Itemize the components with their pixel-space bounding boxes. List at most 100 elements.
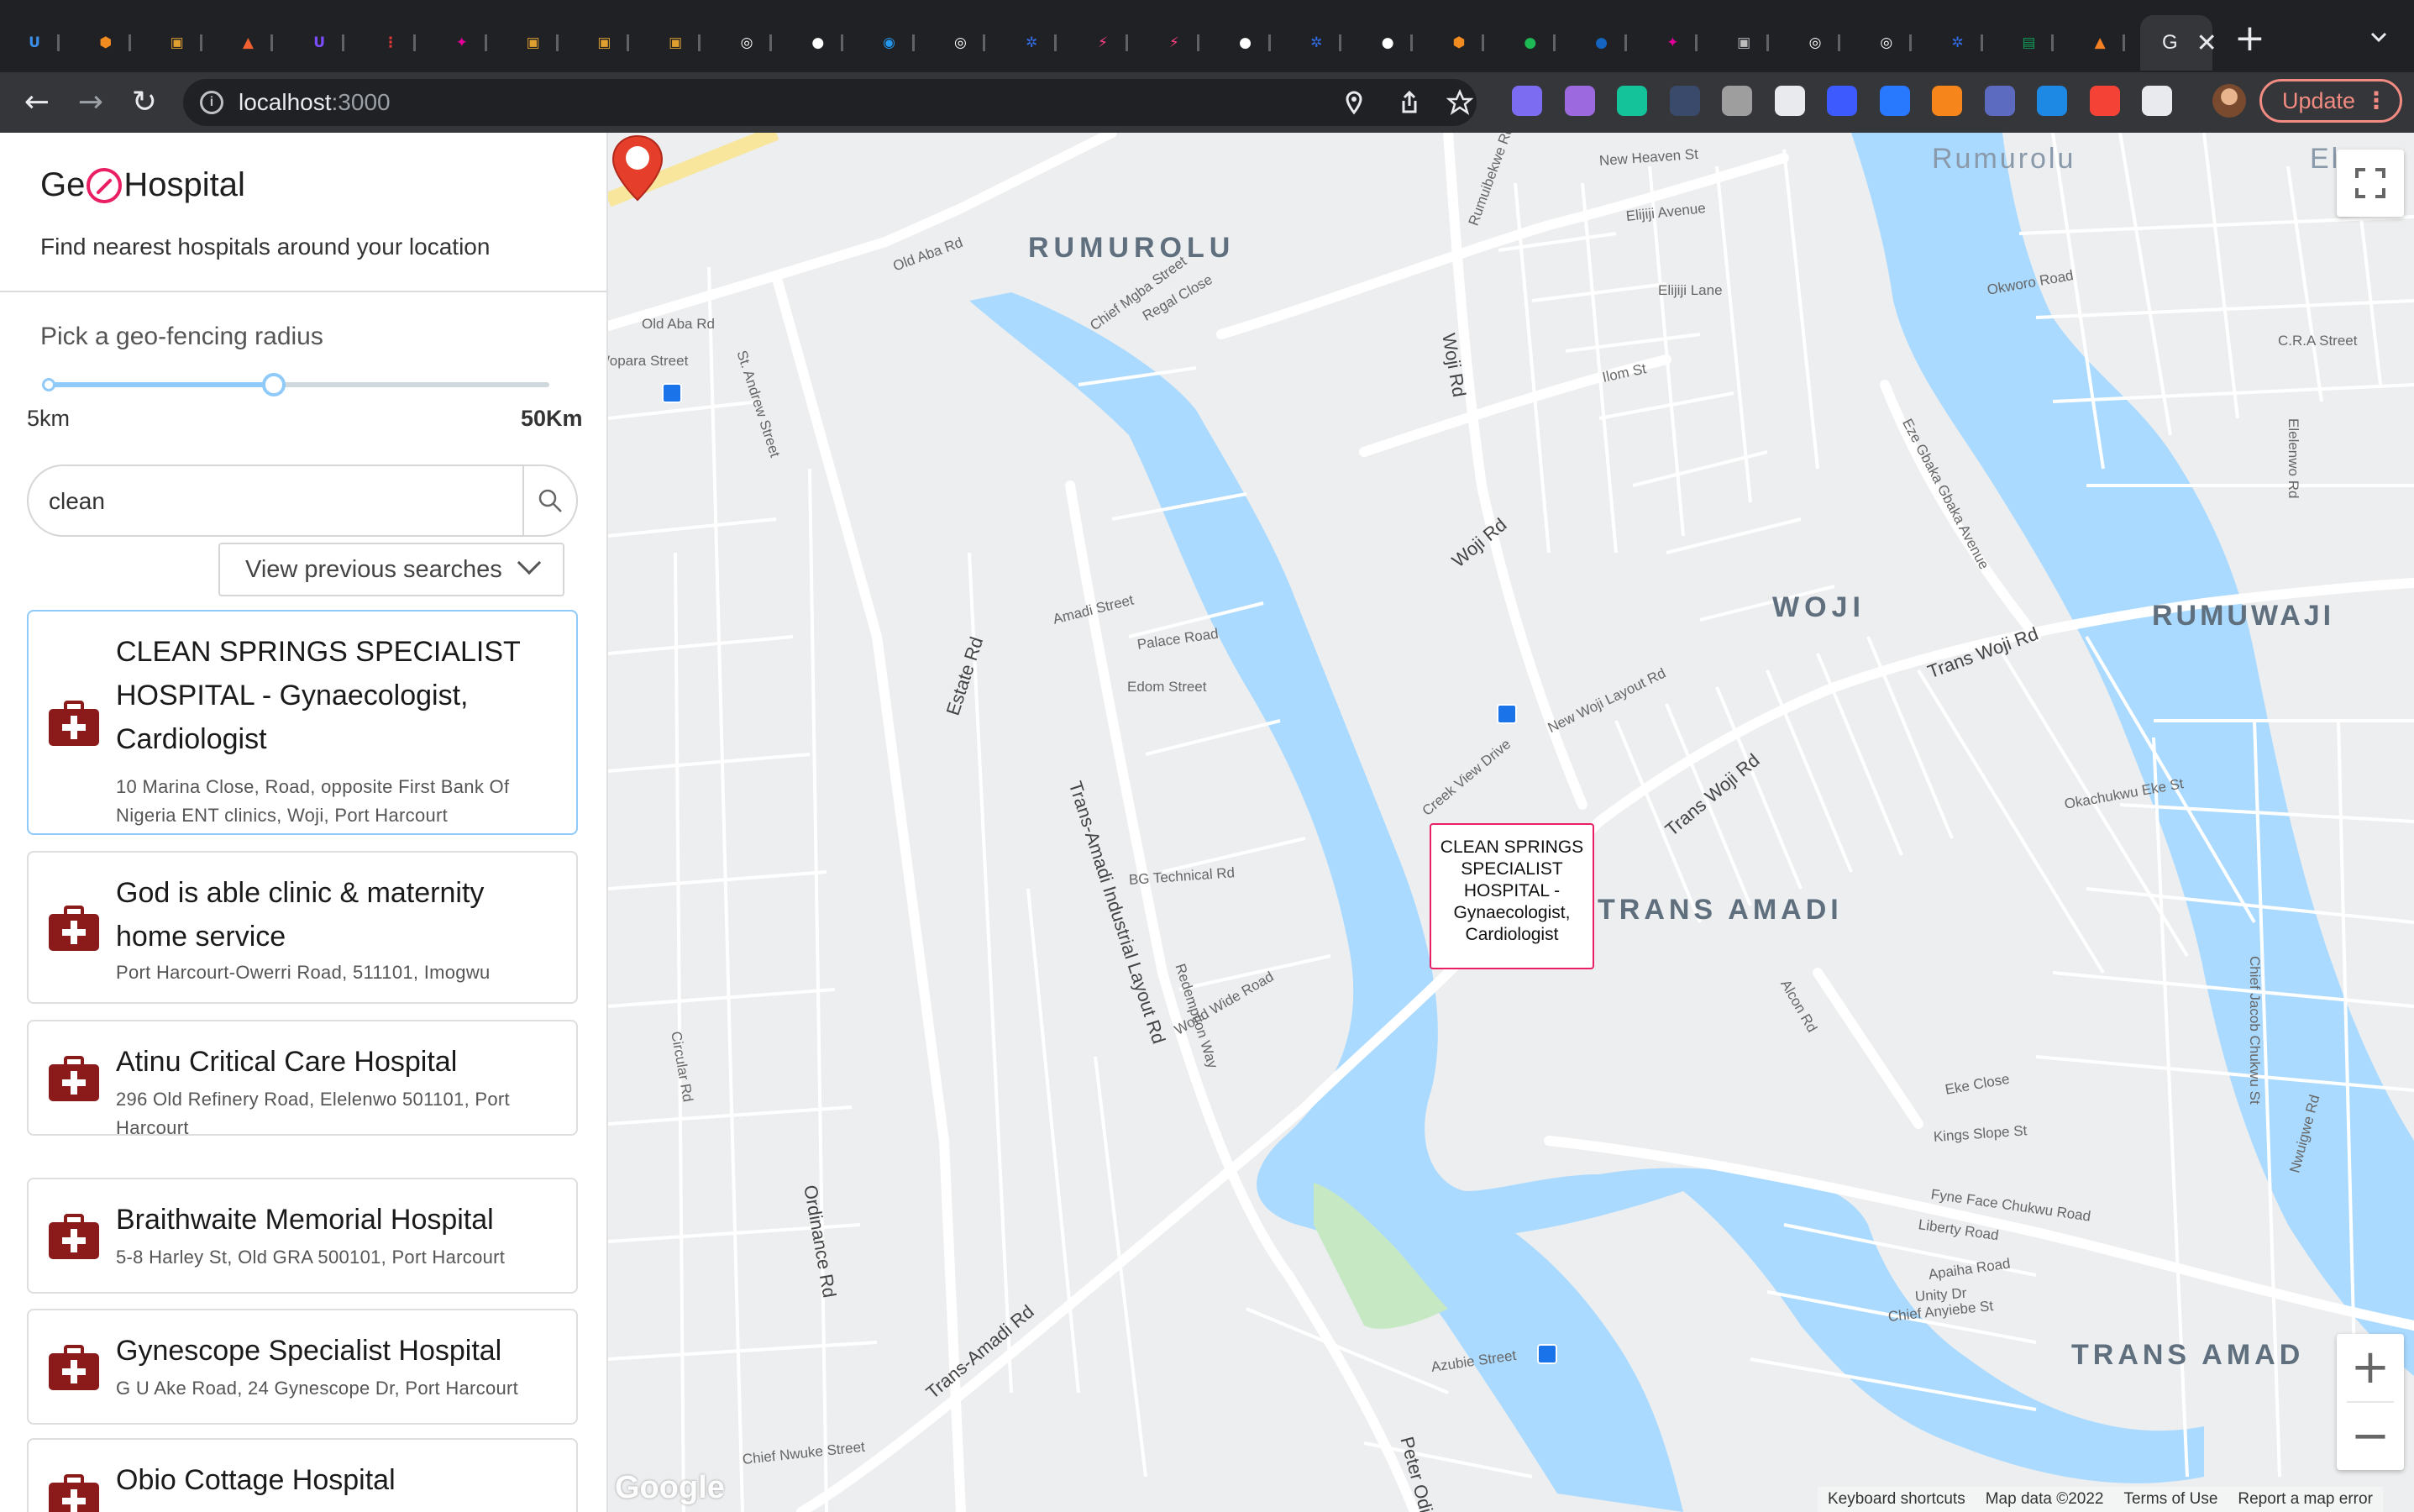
browser-tab[interactable]: ◎ [947,15,986,71]
browser-tab[interactable]: U [22,15,60,71]
browser-tab[interactable]: ◎ [1803,15,1840,71]
tab-search-icon[interactable] [2369,27,2389,47]
extension-tp-icon[interactable] [2089,86,2120,116]
street-label: Edom Street [1127,679,1207,695]
hospital-card[interactable]: CLEAN SPRINGS SPECIALIST HOSPITAL - Gyna… [27,610,578,835]
location-icon[interactable] [1341,89,1367,116]
app-logo: Ge Hospital [40,166,245,204]
browser-tab[interactable]: U [307,15,345,71]
browser-tab[interactable]: ✲ [1019,15,1057,71]
report-map-error-link[interactable]: Report a map error [2228,1487,2383,1512]
bookmark-star-icon[interactable] [1446,89,1473,116]
fullscreen-button[interactable] [2337,150,2404,217]
area-label: TRANS AMADI [1598,894,1843,926]
back-icon[interactable]: ← [18,84,55,121]
extension-spark-icon[interactable] [1827,86,1857,116]
tab-separator [1838,34,1840,51]
browser-tab[interactable]: ⚡ [1162,15,1199,71]
site-info-icon[interactable]: i [200,91,223,114]
browser-tab[interactable]: ⚡ [1090,15,1128,71]
extension-arrows-icon[interactable] [2037,86,2067,116]
map[interactable]: RUMUROLU WOJI RUMUWAJI TRANS AMADI TRANS AMA… [608,133,2414,1512]
slider-thumb[interactable] [262,373,286,396]
extension-target-icon[interactable] [1722,86,1752,116]
browser-tab[interactable]: ◎ [1874,15,1912,71]
update-button[interactable]: Update ⋮ [2259,79,2402,123]
browser-tab[interactable]: ✦ [449,15,487,71]
previous-searches-dropdown[interactable]: View previous searches [218,543,564,596]
tab-separator [2123,34,2126,51]
terms-of-use-link[interactable]: Terms of Use [2113,1487,2228,1512]
hospital-marker-icon[interactable] [608,133,667,203]
hospital-info-window[interactable]: CLEAN SPRINGS SPECIALIST HOSPITAL - Gyna… [1430,823,1594,969]
street-label: Elijiji Lane [1658,282,1723,298]
browser-tab[interactable]: ● [806,15,843,71]
search-input[interactable] [49,483,519,520]
hospital-card[interactable]: God is able clinic & maternity home serv… [27,851,578,1004]
browser-tab[interactable]: ● [1589,15,1627,71]
radius-slider[interactable] [42,373,549,396]
zap-icon: ⚡ [1168,34,1179,51]
extension-k-icon[interactable] [1984,86,2015,116]
hospital-address: 10 Marina Close, Road, opposite First Ba… [116,776,510,826]
browser-tab[interactable]: ▣ [591,15,630,71]
bus-stop-icon[interactable] [662,383,682,403]
forward-icon[interactable]: → [72,84,109,121]
address-bar[interactable]: i localhost:3000 [183,79,1477,126]
browser-tab[interactable]: ⋮ [378,15,416,71]
map-canvas[interactable] [608,133,2414,1512]
browser-tab[interactable]: ● [1233,15,1271,71]
tab-separator [1410,34,1414,51]
extension-wave-icon[interactable] [1879,86,1910,116]
browser-tab[interactable]: ✲ [1304,15,1342,71]
tab-separator [1482,34,1484,51]
new-tab-button[interactable]: + [2234,20,2265,57]
extension-a-icon[interactable] [1669,86,1700,116]
keyboard-shortcuts-link[interactable]: Keyboard shortcuts [1818,1487,1976,1512]
browser-tab[interactable]: ▲ [2087,15,2126,71]
browser-tab[interactable]: ✦ [1660,15,1698,71]
extension-brush-icon[interactable] [1564,86,1595,116]
search-icon[interactable] [538,488,563,513]
google-logo: Google [615,1470,725,1505]
active-tab[interactable]: G ✕ [2140,15,2217,71]
hospital-name: Atinu Critical Care Hospital [116,1046,458,1078]
browser-tab[interactable]: ⬢ [1446,15,1484,71]
extension-square-icon[interactable] [1512,86,1542,116]
zoom-out-button[interactable]: − [2337,1403,2404,1470]
browser-tab[interactable]: ▣ [521,15,559,71]
medical-kit-icon [49,701,99,746]
browser-tab[interactable]: ▲ [235,15,274,71]
browser-tab-strip: U ⬢ ▣ ▲ U ⋮ ✦ ▣ ▣ ▣ ◎ ● ◉ ◎ ✲ ⚡ ⚡ ● ✲ ● ⬢ ● ● ✦ ▣ ◎ ◎ ✲ ▤ ▲ G ✕ + [0,0,2414,72]
browser-tab[interactable]: ● [1518,15,1556,71]
hospital-card[interactable]: Atinu Critical Care Hospital 296 Old Refi… [27,1020,578,1138]
extension-octo-icon[interactable] [1774,86,1805,116]
browser-tab[interactable]: ⬢ [93,15,131,71]
browser-tab[interactable]: ▣ [663,15,701,71]
hospital-card[interactable]: Braithwaite Memorial Hospital 5-8 Harley … [27,1178,578,1294]
street-label: Old Aba Rd [642,316,715,332]
grammarly-icon[interactable] [1617,86,1647,116]
hospital-card[interactable]: Obio Cottage Hospital [27,1438,578,1512]
browser-tab[interactable]: ◎ [734,15,772,71]
url-port: :3000 [331,89,391,115]
more-menu-icon[interactable]: ⋮ [2364,81,2388,120]
bus-stop-icon[interactable] [1497,704,1517,724]
metamask-icon[interactable] [1932,86,1962,116]
medical-kit-icon [49,1474,99,1512]
puzzle-icon[interactable] [2142,86,2172,116]
zoom-in-button[interactable]: + [2337,1334,2404,1401]
close-tab-icon[interactable]: ✕ [2196,29,2217,58]
profile-avatar[interactable] [2212,84,2246,118]
browser-tab[interactable]: ◉ [877,15,915,71]
browser-tab[interactable]: ✲ [1945,15,1983,71]
browser-tab[interactable]: ● [1375,15,1414,71]
share-icon[interactable] [1396,89,1423,116]
url-text[interactable]: localhost:3000 [239,89,391,116]
reload-icon[interactable]: ↻ [126,84,163,121]
browser-tab[interactable]: ▣ [165,15,202,71]
bus-stop-icon[interactable] [1537,1344,1557,1364]
hospital-card[interactable]: Gynescope Specialist Hospital G U Ake Roa… [27,1309,578,1425]
browser-tab[interactable]: ▤ [2016,15,2055,71]
browser-tab[interactable]: ▣ [1731,15,1770,71]
